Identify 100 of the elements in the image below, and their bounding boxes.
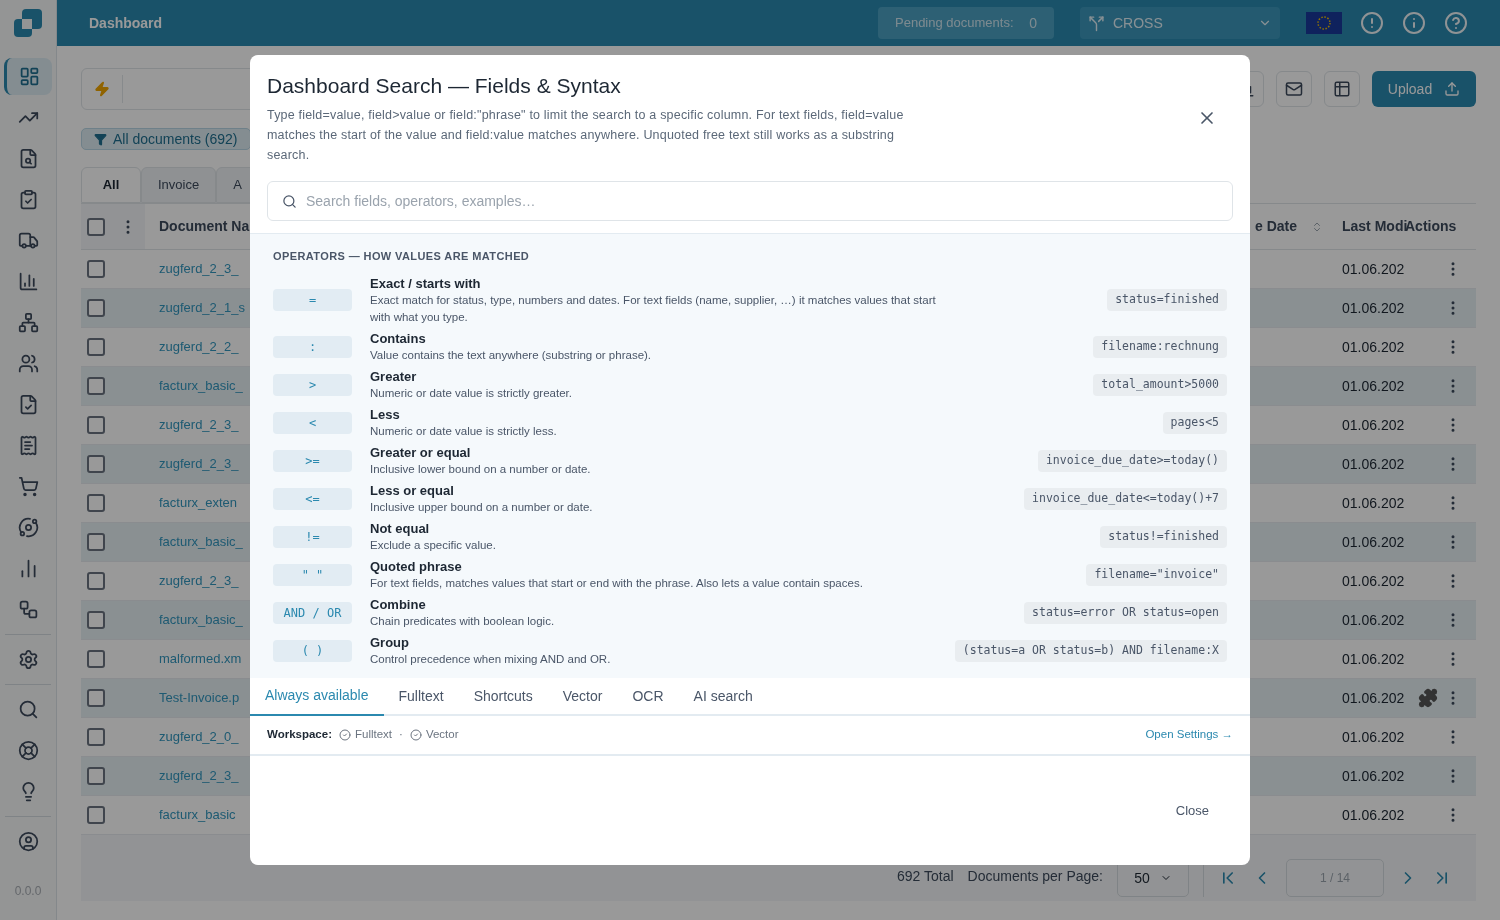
document-name-link[interactable]: facturx_basic_ [145, 532, 249, 552]
date-cell-text: 01.06.202 [1341, 298, 1405, 318]
info-icon[interactable] [1402, 11, 1426, 35]
document-name-link[interactable]: Test-Invoice.p [145, 688, 249, 708]
sidebar-item[interactable] [4, 58, 52, 95]
row-checkbox[interactable] [87, 572, 105, 590]
column-header: Actions [1405, 217, 1458, 236]
row-checkbox[interactable] [87, 338, 105, 356]
puzzle-icon [1418, 688, 1438, 708]
document-name-link[interactable]: zugferd_2_1_s [145, 298, 249, 318]
operator-name: Less [370, 405, 401, 423]
date-cell-text: 01.06.202 [1341, 415, 1405, 435]
operator-name: Not equal [370, 519, 431, 537]
eu-flag-icon [1306, 12, 1342, 34]
document-tab[interactable]: All [81, 167, 141, 203]
operator-symbol: : [273, 335, 352, 358]
operator-name: Less or equal [370, 481, 455, 499]
syntax-tab[interactable]: Fulltext [383, 677, 459, 716]
operator-symbol: >= [273, 449, 352, 472]
syntax-tab[interactable]: Vector [547, 677, 618, 716]
example-code: invoice_due_date<=today()+7 [1024, 487, 1227, 510]
row-checkbox[interactable] [87, 689, 105, 707]
operator-name: Exact / starts with [370, 274, 482, 292]
operator-description: Numeric or date value is strictly less. [370, 423, 558, 439]
orbit-icon [17, 517, 39, 538]
operator-symbol: ( ) [273, 639, 352, 662]
page-title: Dashboard [89, 13, 163, 33]
example-code: filename="invoice" [1086, 563, 1227, 586]
feature-label: Vector [425, 726, 459, 742]
operator-description: Numeric or date value is strictly greater. [370, 385, 573, 401]
dialog-description: Type field=value, field>value or field:"phrase" to limit the search to a specific column. For text fields, field=value matches the start of the value and field:value matches anywhere. Unquoted free text still works as a substring search. [267, 107, 905, 164]
truck-icon [17, 230, 39, 251]
table-export-button[interactable] [1324, 71, 1360, 107]
syntax-tab[interactable]: Shortcuts [458, 677, 548, 716]
document-name-link[interactable]: zugferd_2_3_ [145, 454, 249, 474]
search-input[interactable]: Search fields, operators, examples… [306, 190, 1218, 212]
row-checkbox[interactable] [87, 806, 105, 824]
close-button[interactable]: Close [1158, 795, 1226, 826]
row-checkbox[interactable] [87, 299, 105, 317]
syntax-tab[interactable]: AI search [678, 677, 768, 716]
document-name-link[interactable]: malformed.xm [145, 649, 249, 669]
example-code: status!=finished [1100, 525, 1227, 548]
row-checkbox[interactable] [87, 377, 105, 395]
people-icon [17, 353, 39, 374]
operator-name: Greater or equal [370, 443, 472, 461]
row-checkbox[interactable] [87, 611, 105, 629]
row-checkbox[interactable] [87, 767, 105, 785]
document-name-link[interactable]: zugferd_2_2_ [145, 337, 249, 357]
search-field[interactable]: Search fields, operators, examples… [267, 181, 1233, 221]
operator-name: Quoted phrase [370, 557, 463, 575]
upload-button[interactable]: Upload [1372, 71, 1476, 107]
row-checkbox[interactable] [87, 533, 105, 551]
operator-description: Exclude a specific value. [370, 537, 497, 553]
document-name-link[interactable]: zugferd_2_3_ [145, 259, 249, 279]
separator-dot: · [399, 726, 403, 742]
total-count: 692 Total [897, 867, 954, 886]
date-cell-text: 01.06.202 [1341, 649, 1405, 669]
row-checkbox[interactable] [87, 260, 105, 278]
operator-description: Value contains the text anywhere (substring or phrase). [370, 347, 653, 363]
row-checkbox[interactable] [87, 650, 105, 668]
example-code: total_amount>5000 [1093, 373, 1227, 396]
document-name-link[interactable]: facturx_basic_ [145, 376, 249, 396]
operator-description: Control precedence when mixing AND and OR. [370, 651, 612, 667]
row-checkbox[interactable] [87, 494, 105, 512]
document-name-link[interactable]: facturx_basic_ [145, 610, 249, 630]
help-icon[interactable] [1444, 11, 1468, 35]
document-name-link[interactable]: zugferd_2_3_ [145, 766, 249, 786]
operator-description: Inclusive lower bound on a number or date. [370, 461, 592, 477]
document-name-link[interactable]: zugferd_2_3_ [145, 415, 249, 435]
column-header[interactable]: Document Na [145, 216, 249, 237]
example-code: (status=a OR status=b) AND filename:X [954, 639, 1227, 662]
row-checkbox[interactable] [87, 416, 105, 434]
alert-icon[interactable] [1360, 11, 1384, 35]
open-settings-link[interactable]: Open Settings → [1145, 725, 1233, 744]
row-checkbox[interactable] [87, 455, 105, 473]
row-checkbox[interactable] [87, 728, 105, 746]
branch-icon [1088, 14, 1105, 32]
network-icon [17, 599, 39, 620]
date-cell-text: 01.06.202 [1341, 610, 1405, 630]
date-cell-text: 01.06.202 [1341, 376, 1405, 396]
dashboard-icon [19, 66, 40, 87]
syntax-tab[interactable]: Always available [250, 677, 384, 716]
dialog-title: Dashboard Search — Fields & Syntax [267, 73, 622, 99]
cart-icon [17, 476, 39, 497]
mail-button[interactable] [1276, 71, 1312, 107]
pending-label: Pending documents: [895, 14, 1014, 33]
document-tab[interactable]: Invoice [141, 167, 217, 203]
filter-chip[interactable]: All documents (692) [81, 128, 251, 150]
document-name-link[interactable]: facturx_exten [145, 493, 249, 513]
example-code: status=error OR status=open [1024, 601, 1227, 624]
operator-description: Chain predicates with boolean logic. [370, 613, 556, 629]
syntax-tab[interactable]: OCR [617, 677, 679, 716]
select-all-checkbox[interactable] [87, 217, 105, 236]
example-code: filename:rechnung [1093, 335, 1227, 358]
document-name-link[interactable]: zugferd_2_0_ [145, 727, 249, 747]
document-name-link[interactable]: facturx_basic [145, 805, 249, 825]
workspace-select[interactable]: CROSS [1080, 7, 1280, 39]
column-header[interactable]: Last Modi [1334, 216, 1405, 237]
document-name-link[interactable]: zugferd_2_3_ [145, 571, 249, 591]
column-header[interactable]: e Date [1255, 216, 1298, 237]
